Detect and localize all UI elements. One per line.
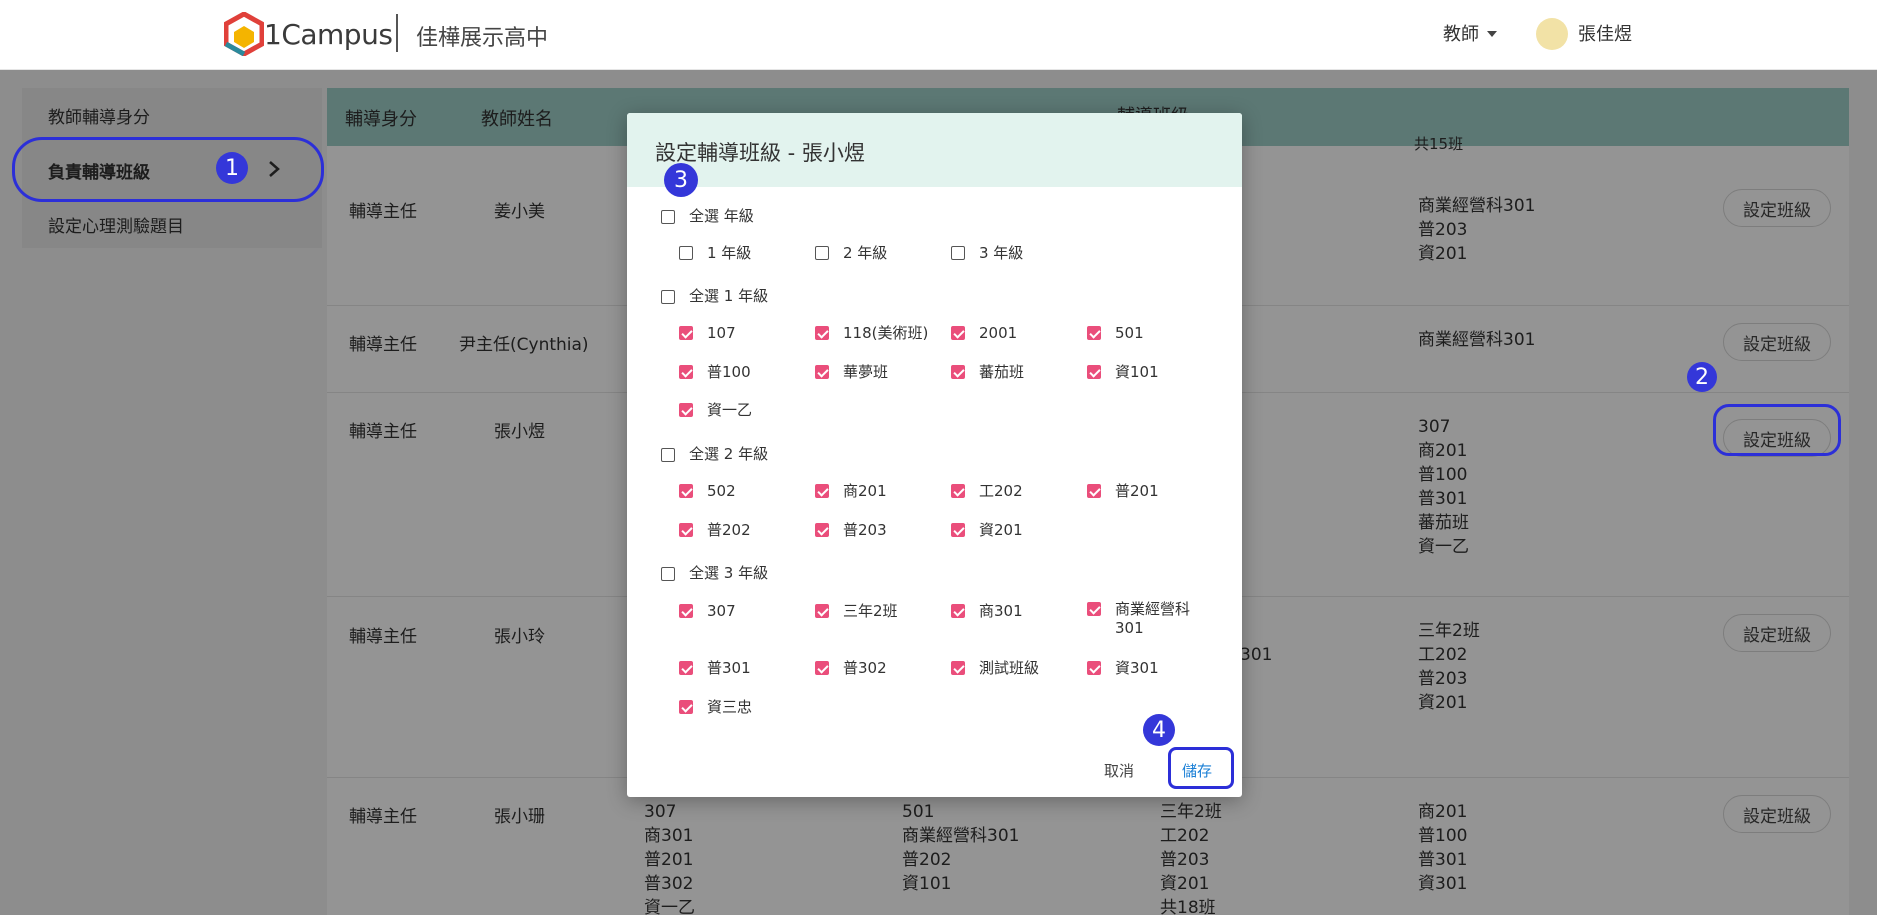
class-checkbox[interactable]: 502 (679, 482, 736, 501)
class-checkbox[interactable]: 資301 (1087, 659, 1159, 678)
checkbox-icon[interactable] (661, 209, 675, 224)
grade-1-checkbox[interactable]: 1 年級 (679, 244, 751, 263)
checkbox-icon[interactable] (679, 484, 693, 498)
class-checkbox[interactable]: 普302 (815, 659, 887, 678)
checkbox-icon[interactable] (679, 523, 693, 537)
checkbox-icon[interactable] (815, 246, 829, 260)
checkbox-icon[interactable] (679, 604, 693, 618)
checkbox-icon[interactable] (951, 365, 965, 379)
class-checkbox[interactable]: 華夢班 (815, 363, 888, 382)
checkbox-icon[interactable] (815, 484, 829, 498)
select-all-grade-2[interactable]: 全選 2 年級 (661, 443, 768, 464)
grade-3-checkbox[interactable]: 3 年級 (951, 244, 1023, 263)
class-checkbox[interactable]: 資101 (1087, 363, 1159, 382)
checkbox-icon[interactable] (1087, 602, 1101, 616)
callout-badge-2: 2 (1687, 362, 1717, 392)
checkbox-icon[interactable] (1087, 484, 1101, 498)
callout-box-sidebar (12, 137, 324, 202)
class-checkbox[interactable]: 118(美術班) (815, 324, 928, 343)
checkbox-icon[interactable] (815, 523, 829, 537)
caret-down-icon[interactable] (1487, 31, 1497, 37)
checkbox-icon[interactable] (951, 326, 965, 340)
class-checkbox[interactable]: 普201 (1087, 482, 1159, 501)
class-checkbox[interactable]: 商201 (815, 482, 887, 501)
modal-header: 設定輔導班級 - 張小煜 (627, 113, 1242, 187)
checkbox-icon[interactable] (815, 365, 829, 379)
checkbox-icon[interactable] (951, 661, 965, 675)
class-checkbox[interactable]: 資一乙 (679, 401, 752, 420)
brand-name[interactable]: 1Campus (264, 18, 393, 51)
checkbox-icon[interactable] (1087, 326, 1101, 340)
checkbox-icon[interactable] (951, 604, 965, 618)
class-checkbox[interactable]: 商業經營科301 (1087, 600, 1207, 638)
checkbox-icon[interactable] (679, 246, 693, 260)
class-checkbox[interactable]: 普203 (815, 521, 887, 540)
school-name: 佳樺展示高中 (416, 26, 549, 51)
checkbox-icon[interactable] (679, 365, 693, 379)
save-button[interactable]: 儲存 (1182, 760, 1212, 781)
checkbox-icon[interactable] (951, 484, 965, 498)
checkbox-icon[interactable] (815, 604, 829, 618)
class-checkbox[interactable]: 普301 (679, 659, 751, 678)
checkbox-icon[interactable] (1087, 661, 1101, 675)
checkbox-icon[interactable] (951, 523, 965, 537)
select-all-grades[interactable]: 全選 年級 (661, 205, 754, 226)
callout-badge-3: 3 (664, 163, 698, 197)
top-bar: 1Campus 佳樺展示高中 教師 張佳煜 (0, 0, 1877, 70)
callout-badge-4: 4 (1143, 714, 1175, 746)
checkbox-icon[interactable] (815, 326, 829, 340)
select-all-grade-1[interactable]: 全選 1 年級 (661, 285, 768, 306)
checkbox-icon[interactable] (951, 246, 965, 260)
checkbox-icon[interactable] (661, 566, 675, 581)
class-checkbox[interactable]: 蕃茄班 (951, 363, 1024, 382)
modal-title: 設定輔導班級 - 張小煜 (655, 141, 865, 165)
class-checkbox[interactable]: 三年2班 (815, 602, 898, 621)
class-checkbox[interactable]: 107 (679, 324, 736, 343)
avatar-icon[interactable] (1536, 18, 1568, 50)
class-checkbox[interactable]: 資201 (951, 521, 1023, 540)
select-all-grade-3[interactable]: 全選 3 年級 (661, 562, 768, 583)
checkbox-icon[interactable] (679, 403, 693, 417)
class-checkbox[interactable]: 307 (679, 602, 736, 621)
set-classes-modal: 設定輔導班級 - 張小煜 3 全選 年級 1 年級 2 年級 3 年級 全選 1… (627, 113, 1242, 797)
checkbox-icon[interactable] (1087, 365, 1101, 379)
class-checkbox[interactable]: 501 (1087, 324, 1144, 343)
class-checkbox[interactable]: 普100 (679, 363, 751, 382)
checkbox-icon[interactable] (661, 447, 675, 462)
callout-box-set-button (1713, 404, 1841, 456)
checkbox-icon[interactable] (679, 326, 693, 340)
campus-logo-icon (224, 12, 264, 56)
callout-badge-1: 1 (216, 152, 248, 184)
grade-2-checkbox[interactable]: 2 年級 (815, 244, 887, 263)
brand-divider (396, 14, 398, 52)
checkbox-icon[interactable] (661, 289, 675, 304)
class-checkbox[interactable]: 商301 (951, 602, 1023, 621)
role-dropdown[interactable]: 教師 (1443, 20, 1479, 46)
class-checkbox[interactable]: 工202 (951, 482, 1023, 501)
checkbox-icon[interactable] (679, 661, 693, 675)
checkbox-icon[interactable] (679, 700, 693, 714)
class-checkbox[interactable]: 普202 (679, 521, 751, 540)
class-checkbox[interactable]: 2001 (951, 324, 1017, 343)
checkbox-icon[interactable] (815, 661, 829, 675)
cancel-button[interactable]: 取消 (1104, 760, 1134, 781)
user-name[interactable]: 張佳煜 (1578, 20, 1632, 46)
class-checkbox[interactable]: 測試班級 (951, 659, 1039, 678)
class-checkbox[interactable]: 資三忠 (679, 698, 752, 717)
